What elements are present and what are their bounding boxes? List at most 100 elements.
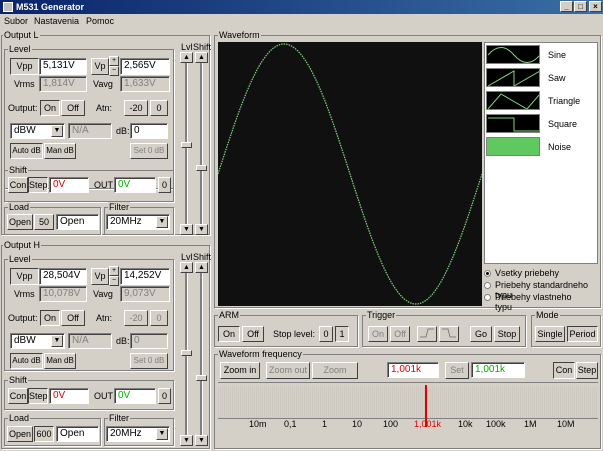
frequency-input[interactable]: 1,001k: [387, 362, 439, 378]
slider-up-icon[interactable]: ▲: [180, 52, 193, 63]
atn-20-button[interactable]: -20: [124, 310, 148, 326]
menu-subor[interactable]: Subor: [4, 14, 28, 28]
waveform-item-triangle[interactable]: Triangle: [486, 91, 580, 112]
slider-up-icon[interactable]: ▲: [180, 262, 193, 273]
waveform-item-sine[interactable]: Sine: [486, 45, 566, 66]
db-field[interactable]: 0: [130, 123, 168, 139]
atn-0-button[interactable]: 0: [150, 100, 168, 116]
plus-icon[interactable]: +: [109, 266, 119, 276]
rising-edge-icon[interactable]: [417, 326, 437, 342]
load-600-button[interactable]: 600: [34, 426, 54, 442]
man-db-button[interactable]: Man dB: [44, 143, 76, 159]
radio-button[interactable]: [484, 294, 491, 301]
trigger-on-button[interactable]: On: [368, 326, 388, 342]
vp-field[interactable]: 2,565V: [120, 58, 170, 75]
load-value-field[interactable]: Open: [56, 214, 99, 230]
zoom-in-button[interactable]: Zoom in: [220, 362, 260, 379]
mode-period-button[interactable]: Period: [567, 326, 598, 342]
shift-con-button[interactable]: Con: [8, 177, 28, 193]
shift-step-button[interactable]: Step: [28, 388, 48, 404]
radio-button[interactable]: [484, 282, 491, 289]
auto-db-button[interactable]: Auto dB: [10, 143, 43, 159]
arm-off-button[interactable]: Off: [242, 326, 264, 342]
shift-value-field[interactable]: 0V: [49, 177, 89, 193]
trigger-stop-button[interactable]: Stop: [494, 326, 520, 342]
chevron-down-icon[interactable]: ▼: [156, 428, 168, 440]
out-number-button[interactable]: 0: [158, 177, 171, 193]
load-open-button[interactable]: Open: [7, 426, 33, 442]
output-off-button[interactable]: Off: [61, 310, 85, 326]
vpp-button[interactable]: Vpp: [10, 268, 39, 285]
chevron-down-icon[interactable]: ▼: [51, 125, 63, 137]
shift-slider[interactable]: ▲ ▼: [195, 262, 208, 446]
out-value-field[interactable]: 0V: [114, 177, 156, 193]
slider-down-icon[interactable]: ▼: [195, 224, 208, 235]
chevron-down-icon[interactable]: ▼: [51, 335, 63, 347]
vpp-field[interactable]: 28,504V: [39, 268, 87, 285]
minimize-button[interactable]: _: [560, 1, 573, 12]
slider-down-icon[interactable]: ▼: [180, 435, 193, 446]
frequency-scale[interactable]: 10m 0,1 1 10 100 1,001k 10k 100k 1M 10M: [218, 382, 598, 444]
trigger-off-button[interactable]: Off: [390, 326, 410, 342]
mode-single-button[interactable]: Single: [535, 326, 565, 342]
load-value-field[interactable]: Open: [56, 426, 99, 442]
maximize-button[interactable]: □: [574, 1, 587, 12]
shift-slider-thumb[interactable]: [196, 375, 207, 381]
radio-button[interactable]: [484, 270, 491, 277]
waveform-item-noise[interactable]: Noise: [486, 137, 571, 156]
minus-icon[interactable]: −: [109, 66, 119, 76]
out-value-field[interactable]: 0V: [114, 388, 156, 404]
slider-down-icon[interactable]: ▼: [195, 435, 208, 446]
arm-on-button[interactable]: On: [218, 326, 240, 342]
zoom-out-button[interactable]: Zoom out: [266, 362, 310, 379]
set-0db-button[interactable]: Set 0 dB: [130, 353, 168, 369]
trigger-go-button[interactable]: Go: [470, 326, 492, 342]
filter-select[interactable]: 20MHz ▼: [106, 214, 170, 230]
shift-slider[interactable]: ▲ ▼: [195, 52, 208, 235]
auto-db-button[interactable]: Auto dB: [10, 353, 43, 369]
level-slider-thumb[interactable]: [181, 142, 192, 148]
stop-level-1-button[interactable]: 1: [335, 326, 349, 342]
stop-level-0-button[interactable]: 0: [319, 326, 333, 342]
shift-slider-thumb[interactable]: [196, 165, 207, 171]
atn-20-button[interactable]: -20: [124, 100, 148, 116]
slider-down-icon[interactable]: ▼: [180, 224, 193, 235]
atn-0-button[interactable]: 0: [150, 310, 168, 326]
load-open-button[interactable]: Open: [7, 214, 33, 230]
vp-field[interactable]: 14,252V: [120, 268, 170, 285]
falling-edge-icon[interactable]: [439, 326, 459, 342]
menu-pomoc[interactable]: Pomoc: [86, 14, 114, 28]
output-off-button[interactable]: Off: [61, 100, 85, 116]
menu-nastavenia[interactable]: Nastavenia: [34, 14, 79, 28]
unit-select[interactable]: dBW ▼: [10, 123, 65, 139]
load-50-button[interactable]: 50: [34, 214, 54, 230]
level-slider[interactable]: ▲ ▼: [180, 262, 193, 446]
vp-button[interactable]: Vp: [91, 58, 109, 75]
shift-con-button[interactable]: Con: [8, 388, 28, 404]
slider-up-icon[interactable]: ▲: [195, 52, 208, 63]
set-0db-button[interactable]: Set 0 dB: [130, 143, 168, 159]
freq-con-button[interactable]: Con: [553, 362, 575, 379]
db-field[interactable]: 0: [130, 333, 168, 349]
filter-select[interactable]: 20MHz ▼: [106, 426, 170, 442]
shift-step-button[interactable]: Step: [28, 177, 48, 193]
waveform-item-saw[interactable]: Saw: [486, 68, 566, 89]
minus-icon[interactable]: −: [109, 276, 119, 286]
man-db-button[interactable]: Man dB: [44, 353, 76, 369]
chevron-down-icon[interactable]: ▼: [156, 216, 168, 228]
vp-button[interactable]: Vp: [91, 268, 109, 285]
slider-up-icon[interactable]: ▲: [195, 262, 208, 273]
frequency-set-button[interactable]: Set: [445, 362, 469, 379]
freq-step-button[interactable]: Step: [576, 362, 598, 379]
shift-value-field[interactable]: 0V: [49, 388, 89, 404]
plus-icon[interactable]: +: [109, 56, 119, 66]
zoom-away-button[interactable]: Zoom away: [312, 362, 358, 390]
out-number-button[interactable]: 0: [158, 388, 171, 404]
close-button[interactable]: ×: [589, 1, 602, 12]
unit-select[interactable]: dBW ▼: [10, 333, 65, 349]
vpp-button[interactable]: Vpp: [10, 58, 39, 75]
level-slider[interactable]: ▲ ▼: [180, 52, 193, 235]
output-on-button[interactable]: On: [40, 310, 60, 326]
output-on-button[interactable]: On: [40, 100, 60, 116]
waveform-item-square[interactable]: Square: [486, 114, 577, 135]
